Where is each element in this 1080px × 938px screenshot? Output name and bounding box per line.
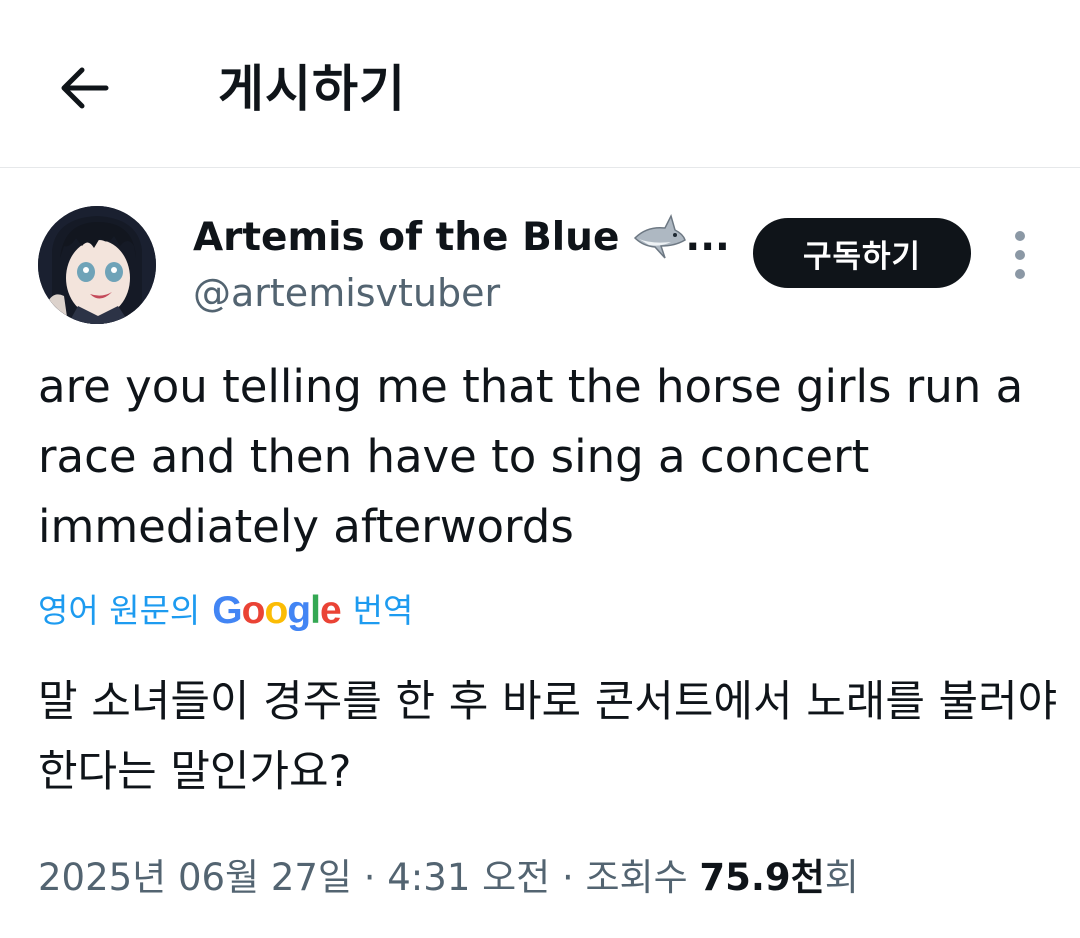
views-label: 조회수 xyxy=(585,856,688,899)
tweet-date[interactable]: 2025년 06월 27일 xyxy=(38,856,352,899)
views-count: 75.9천 xyxy=(699,856,825,899)
google-letter: e xyxy=(319,589,342,632)
tweet-meta: 2025년 06월 27일 · 4:31 오전 · 조회수 75.9천회 xyxy=(38,850,859,906)
name-truncation: ... xyxy=(685,215,730,260)
views-suffix: 회 xyxy=(824,856,859,899)
author-name-text: Artemis of the Blue xyxy=(193,215,620,260)
avatar-image xyxy=(38,206,156,324)
back-button[interactable] xyxy=(52,58,116,118)
meta-separator: · xyxy=(363,856,376,899)
more-options-button[interactable] xyxy=(1000,228,1040,282)
google-letter: o xyxy=(241,589,266,632)
shark-emoji-icon xyxy=(634,213,687,259)
translation-suffix: 번역 xyxy=(352,591,414,630)
translated-text: 말 소녀들이 경주를 한 후 바로 콘서트에서 노래를 불러야 한다는 말인가요… xyxy=(38,677,1058,797)
google-letter: o xyxy=(264,589,288,632)
translation-attribution[interactable]: 영어 원문의 Google 번역 xyxy=(38,586,413,636)
tweet-text: are you telling me that the horse girls … xyxy=(38,360,1024,553)
google-letter: g xyxy=(287,589,311,632)
top-bar: 게시하기 xyxy=(0,0,1080,168)
google-letter: G xyxy=(212,589,242,632)
tweet-time[interactable]: 4:31 오전 xyxy=(387,856,550,899)
more-vertical-icon xyxy=(1015,231,1025,279)
subscribe-button[interactable]: 구독하기 xyxy=(753,218,971,288)
author-display-name[interactable]: Artemis of the Blue ... xyxy=(193,212,730,264)
page-title: 게시하기 xyxy=(218,60,406,118)
google-logo: Google xyxy=(212,586,342,636)
google-letter: l xyxy=(310,589,321,632)
meta-separator: · xyxy=(561,856,574,899)
avatar[interactable] xyxy=(38,206,156,324)
author-handle[interactable]: @artemisvtuber xyxy=(193,268,500,318)
arrow-left-icon xyxy=(61,67,109,109)
translation-prefix: 영어 원문의 xyxy=(38,591,201,630)
